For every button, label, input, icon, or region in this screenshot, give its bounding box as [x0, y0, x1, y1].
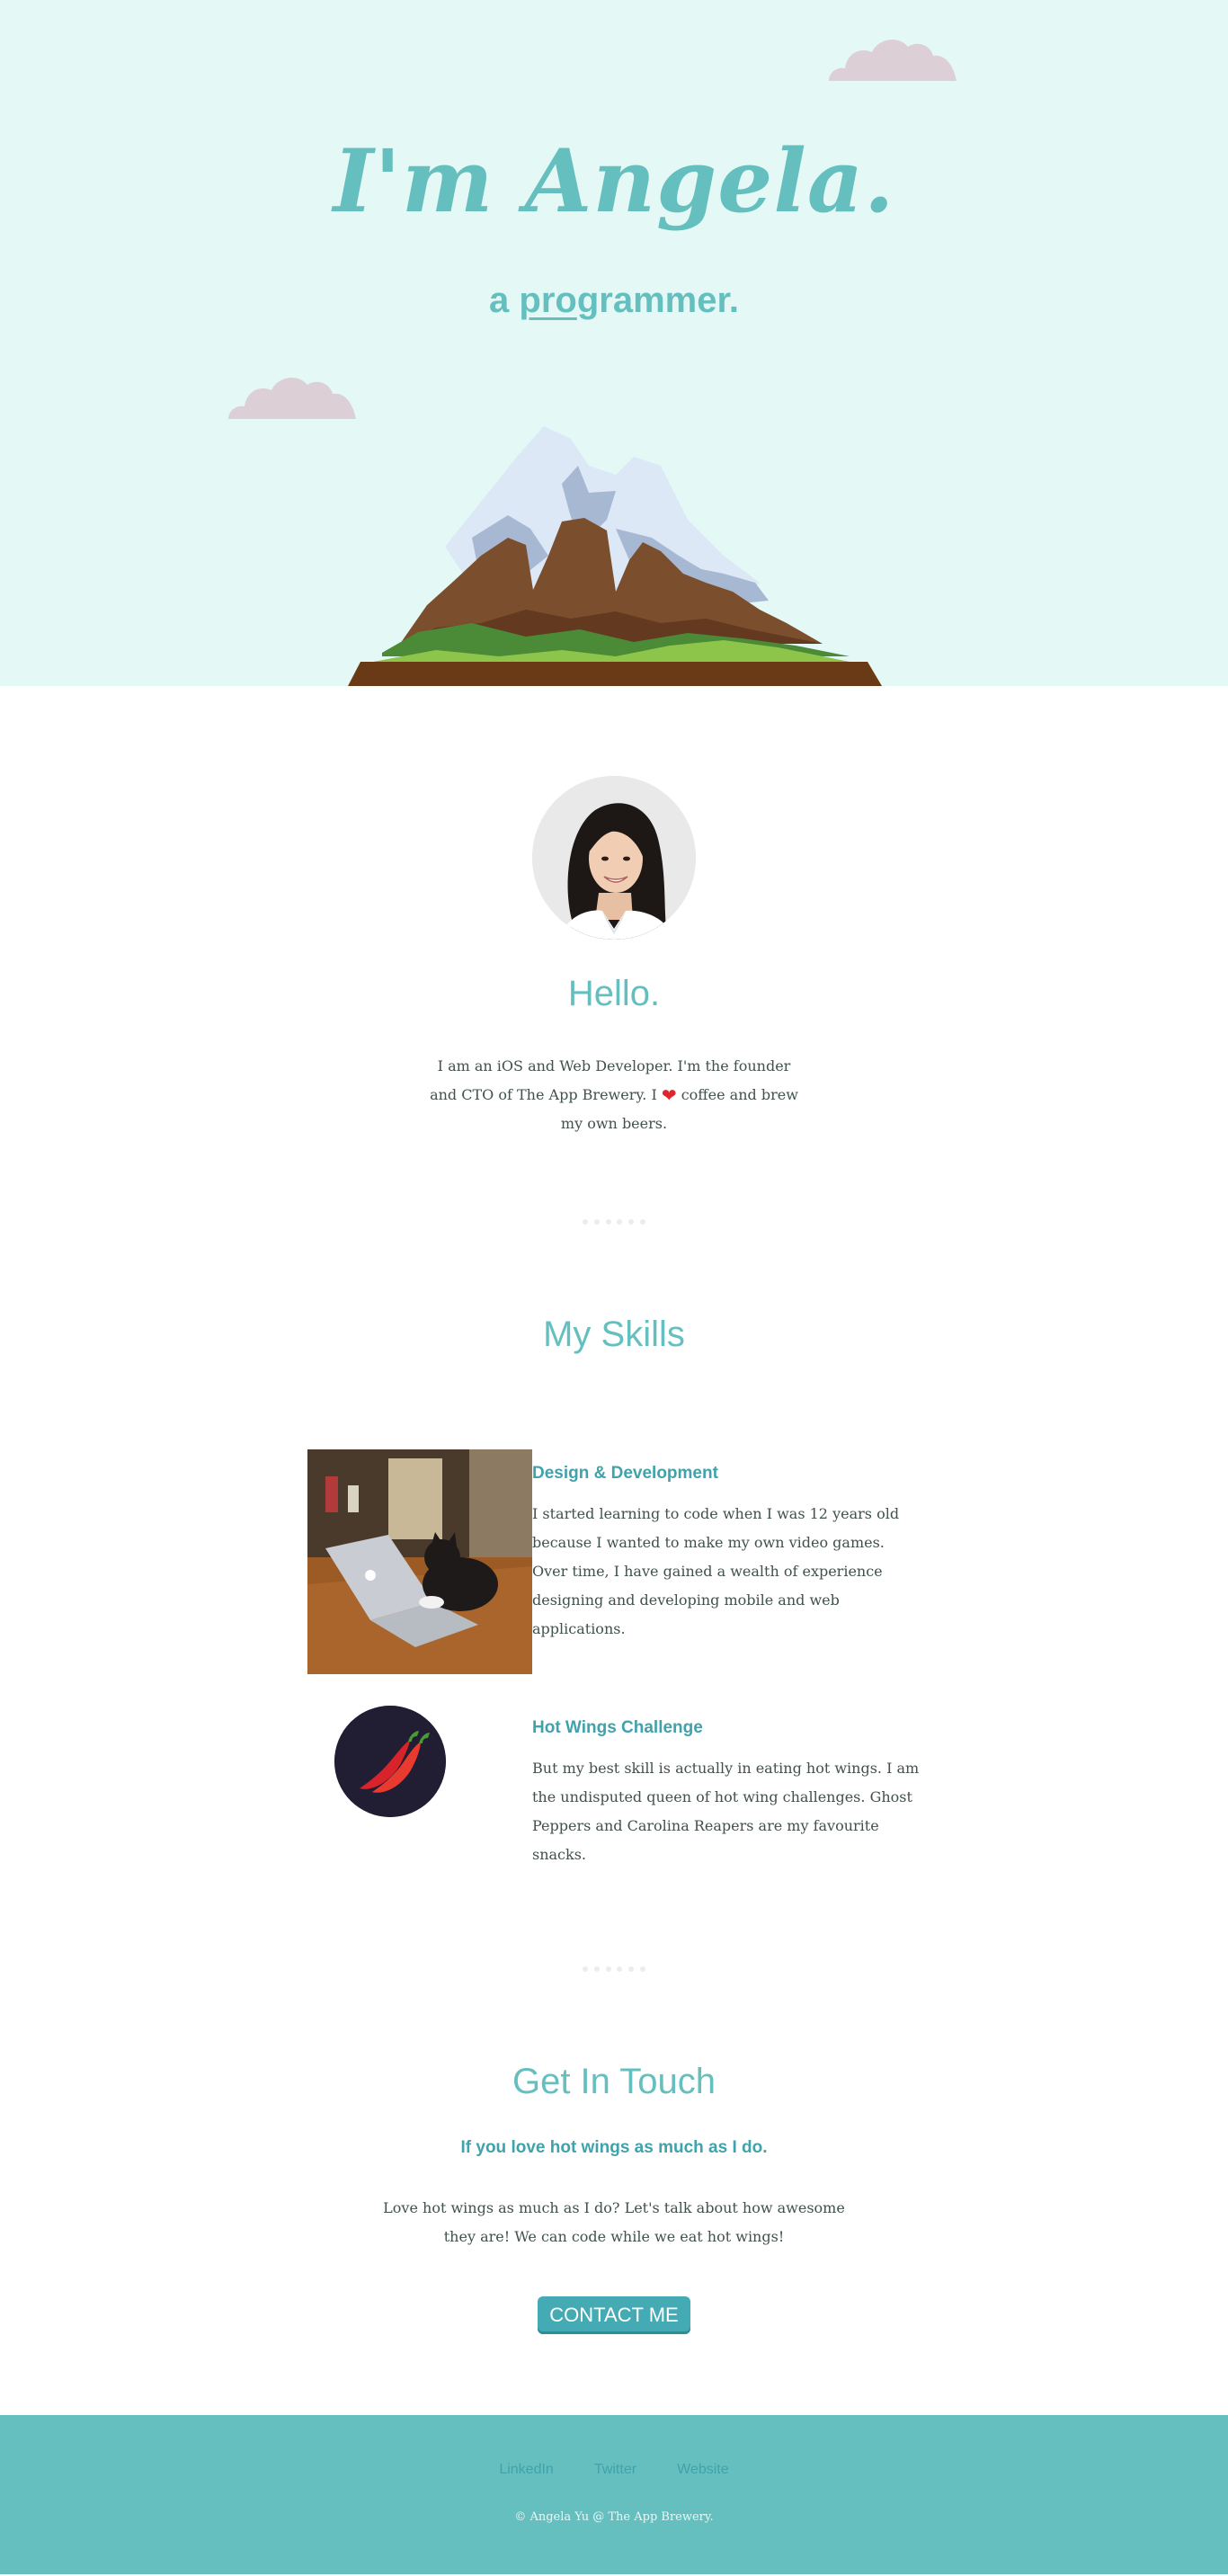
subtitle-suffix: grammer. — [576, 281, 739, 320]
skill-text: Design & Development I started learning … — [532, 1464, 919, 1644]
about-section: Hello. I am an iOS and Web Developer. I'… — [0, 686, 1228, 1225]
contact-me-button[interactable]: CONTACT ME — [538, 2296, 690, 2334]
contact-subheading: If you love hot wings as much as I do. — [460, 2138, 768, 2157]
skill-title: Design & Development — [532, 1464, 718, 1483]
cloud-icon — [228, 378, 356, 419]
bio-paragraph: I am an iOS and Web Developer. I'm the f… — [425, 1052, 803, 1138]
footer-links: LinkedIn Twitter Website — [0, 2460, 1228, 2478]
skill-description: But my best skill is actually in eating … — [532, 1760, 920, 1863]
skill-item: Design & Development I started learning … — [0, 1449, 1228, 1706]
skill-item: Hot Wings Challenge But my best skill is… — [0, 1706, 1228, 1885]
footer-link-twitter[interactable]: Twitter — [594, 2462, 636, 2477]
contact-heading: Get In Touch — [512, 2062, 716, 2101]
subtitle-prefix: a — [489, 281, 520, 320]
profile-avatar — [532, 776, 696, 940]
section-divider — [583, 1966, 645, 1972]
skills-section: My Skills Design & Development I started… — [0, 1315, 1228, 1972]
footer-link-website[interactable]: Website — [677, 2462, 729, 2477]
hero-title: I'm Angela. — [333, 130, 895, 232]
section-divider — [583, 1219, 645, 1225]
footer: LinkedIn Twitter Website © Angela Yu @ T… — [0, 2415, 1228, 2574]
hero-section: I'm Angela. a programmer. — [0, 0, 1228, 686]
cloud-icon — [829, 40, 957, 81]
subtitle-underlined: pro — [519, 281, 577, 320]
chilli-icon — [334, 1706, 446, 1817]
skill-title: Hot Wings Challenge — [532, 1718, 703, 1737]
skill-text: Hot Wings Challenge But my best skill is… — [532, 1718, 928, 1869]
copyright-text: © Angela Yu @ The App Brewery. — [514, 2510, 714, 2524]
contact-text: Love hot wings as much as I do? Let's ta… — [383, 2199, 845, 2245]
footer-link-linkedin[interactable]: LinkedIn — [499, 2462, 554, 2477]
heart-icon: ❤ — [661, 1084, 677, 1106]
contact-section: Get In Touch If you love hot wings as mu… — [0, 2062, 1228, 2334]
skill-description: I started learning to code when I was 12… — [532, 1505, 900, 1637]
hero-subtitle: a programmer. — [0, 281, 1228, 321]
mountain-illustration — [348, 426, 882, 686]
cat-laptop-photo — [307, 1449, 532, 1674]
hello-heading: Hello. — [567, 974, 661, 1013]
skills-heading: My Skills — [543, 1315, 685, 1354]
